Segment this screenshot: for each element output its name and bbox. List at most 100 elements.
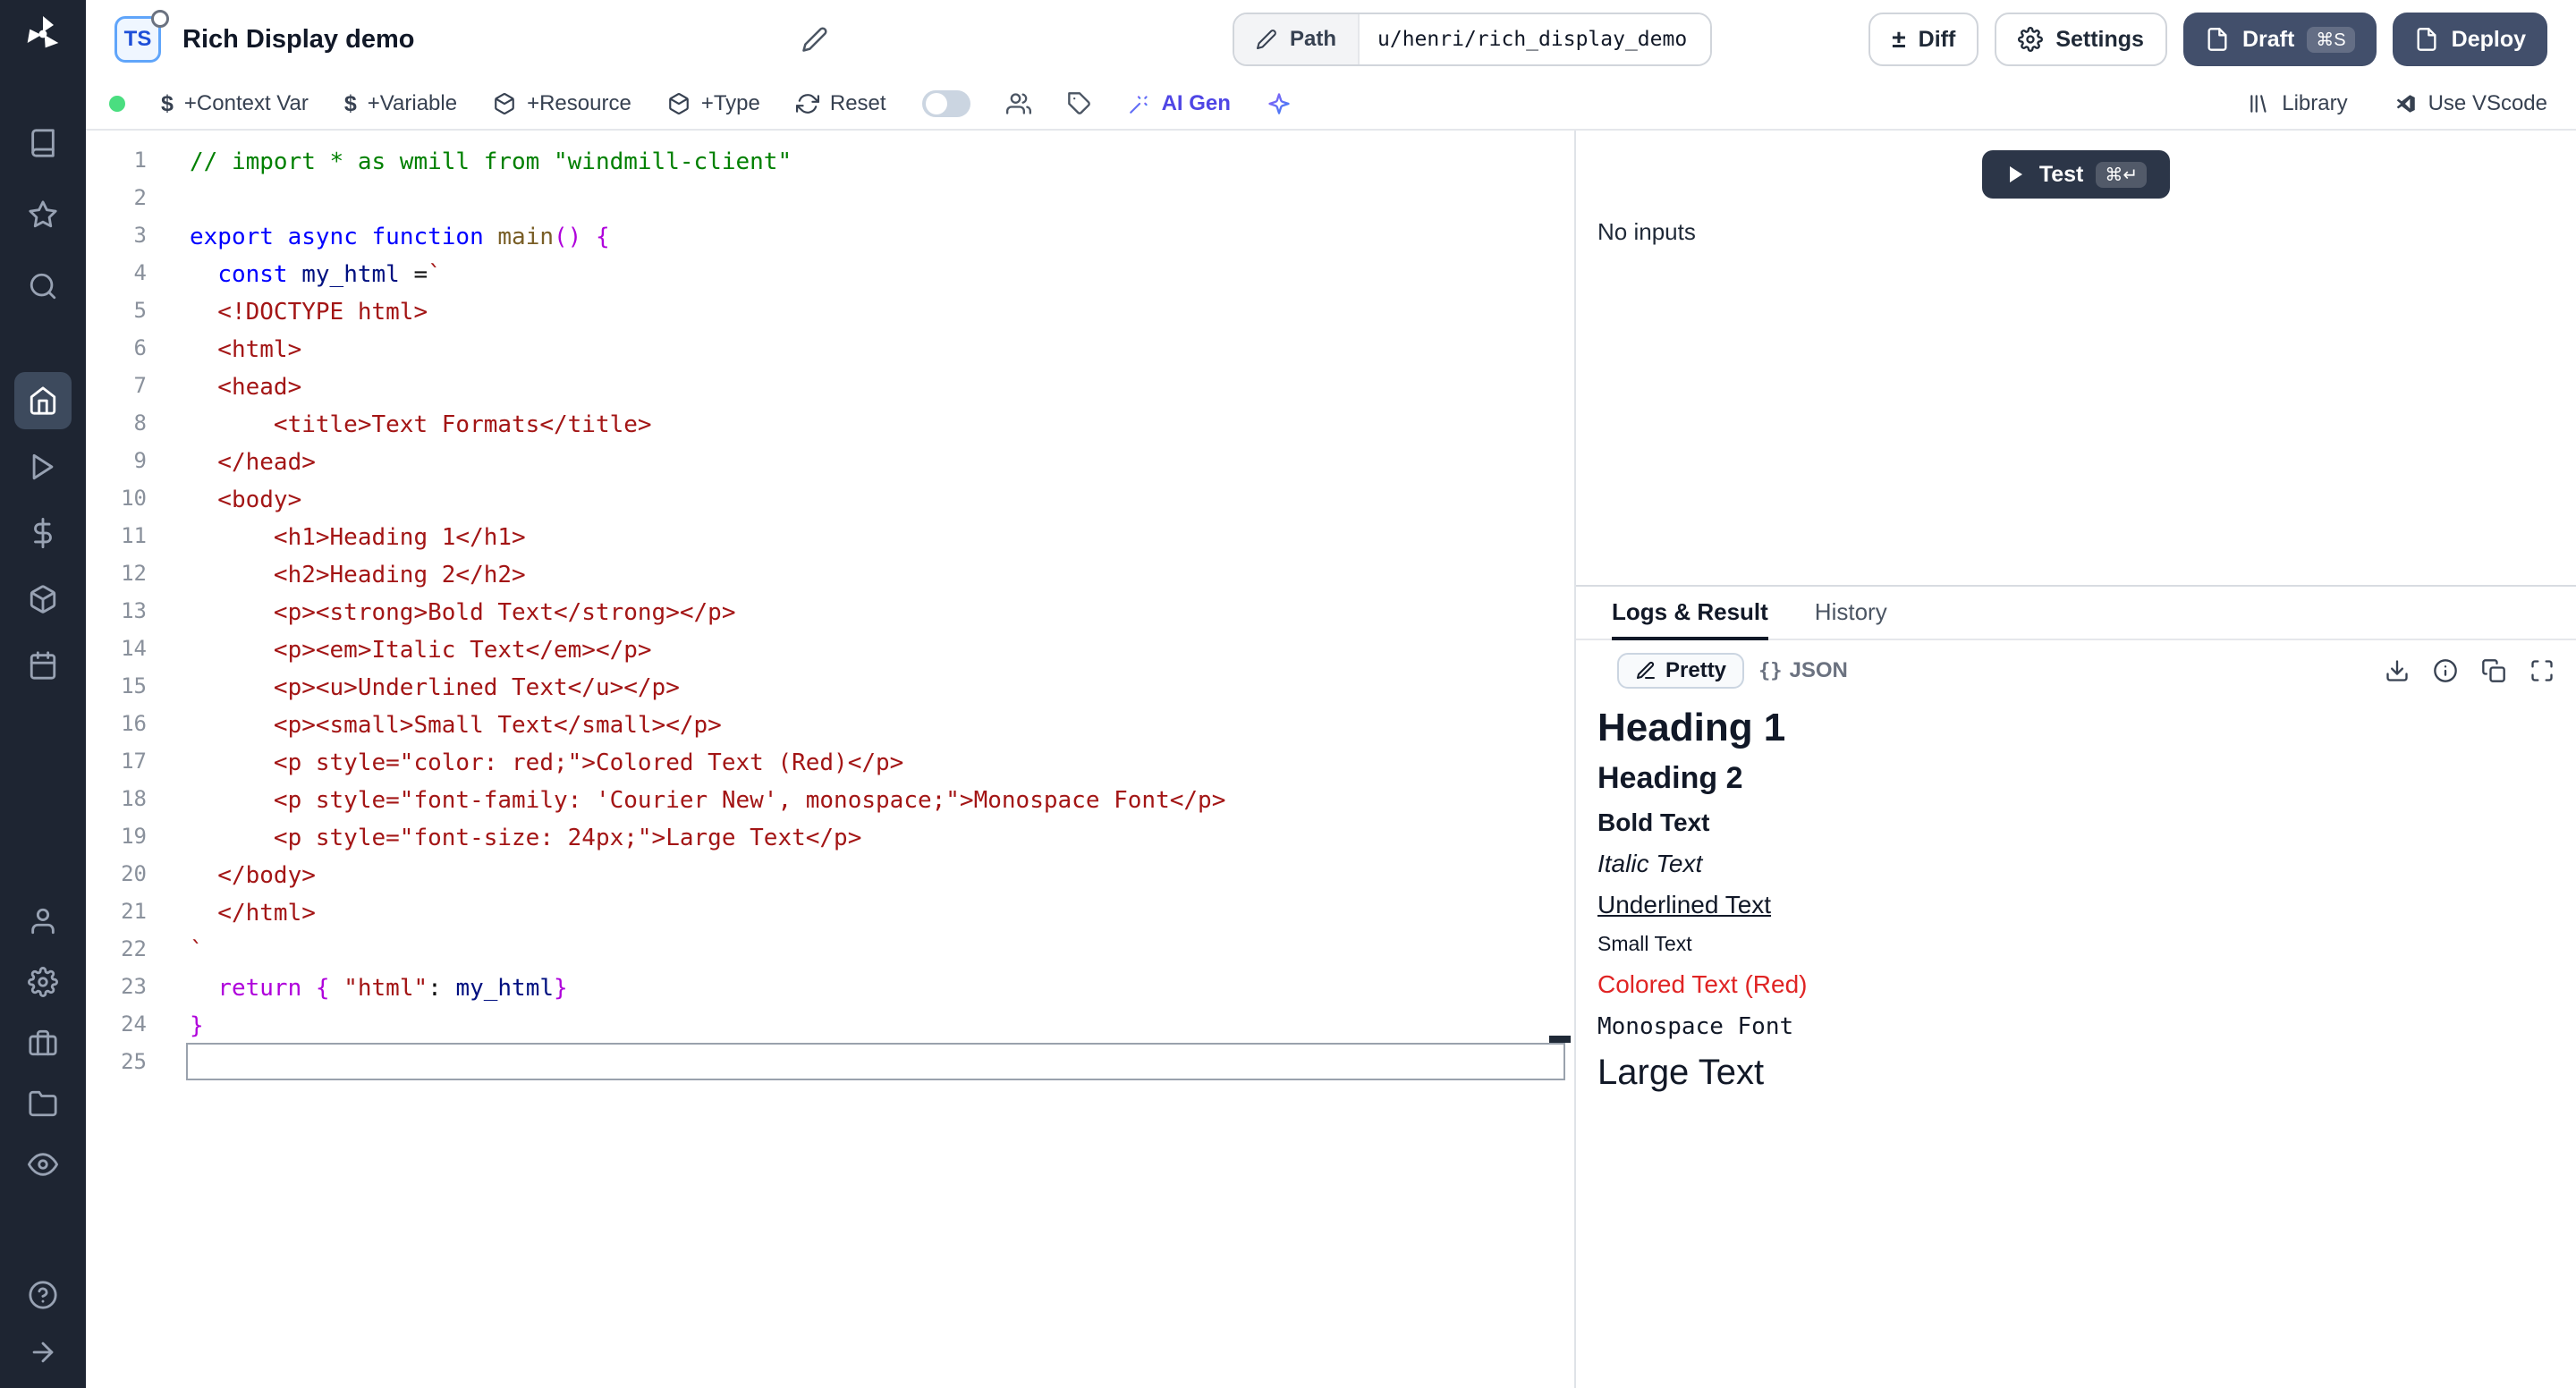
test-label: Test bbox=[2039, 162, 2084, 188]
code-line[interactable]: 21 </html> bbox=[86, 893, 1574, 930]
code-line[interactable]: 2 bbox=[86, 179, 1574, 216]
code-line[interactable]: 20 </body> bbox=[86, 855, 1574, 893]
edit-summary-button[interactable] bbox=[801, 26, 828, 53]
code-line[interactable]: 24} bbox=[86, 1005, 1574, 1043]
path-edit-button[interactable]: Path bbox=[1234, 14, 1358, 64]
path-input[interactable] bbox=[1358, 14, 1710, 64]
sidebar-item-resources[interactable] bbox=[14, 571, 72, 628]
expand-icon[interactable] bbox=[2529, 658, 2555, 683]
line-number: 23 bbox=[86, 968, 147, 1005]
code-editor[interactable]: 1// import * as wmill from "windmill-cli… bbox=[86, 131, 1576, 1388]
add-variable-button[interactable]: $ +Variable bbox=[344, 91, 457, 117]
code-lines: 1// import * as wmill from "windmill-cli… bbox=[86, 141, 1574, 1080]
calendar-icon bbox=[28, 650, 58, 681]
line-content: </body> bbox=[186, 855, 1565, 893]
sidebar-item-folders[interactable] bbox=[14, 1075, 72, 1132]
info-icon[interactable] bbox=[2433, 658, 2458, 683]
eye-icon bbox=[28, 1149, 58, 1180]
sidebar-item-help[interactable] bbox=[14, 1266, 72, 1324]
pencil-icon bbox=[1256, 29, 1277, 50]
use-vscode-button[interactable]: Use VScode bbox=[2394, 91, 2547, 116]
diff-mode-toggle[interactable] bbox=[922, 90, 970, 117]
test-button[interactable]: Test ⌘↵ bbox=[1982, 150, 2170, 199]
ai-gen-button[interactable]: AI Gen bbox=[1128, 91, 1231, 116]
draft-button[interactable]: Draft ⌘S bbox=[2183, 13, 2377, 66]
reset-button[interactable]: Reset bbox=[796, 91, 886, 116]
code-line[interactable]: 19 <p style="font-size: 24px;">Large Tex… bbox=[86, 817, 1574, 855]
add-resource-button[interactable]: +Resource bbox=[493, 91, 631, 116]
briefcase-icon bbox=[28, 1028, 58, 1058]
tag-icon bbox=[1067, 91, 1092, 116]
line-content: export async function main() { bbox=[186, 216, 1565, 254]
line-content: <p style="color: red;">Colored Text (Red… bbox=[186, 742, 1565, 780]
line-number: 4 bbox=[86, 254, 147, 292]
sidebar-item-workspace[interactable] bbox=[14, 1014, 72, 1071]
format-button[interactable] bbox=[1067, 91, 1092, 116]
collaborators-button[interactable] bbox=[1006, 91, 1031, 116]
users-icon bbox=[1006, 91, 1031, 116]
sidebar-item-runs[interactable] bbox=[14, 438, 72, 495]
windmill-logo[interactable] bbox=[20, 11, 66, 57]
line-content: </html> bbox=[186, 893, 1565, 930]
code-line[interactable]: 18 <p style="font-family: 'Courier New',… bbox=[86, 780, 1574, 817]
code-line[interactable]: 1// import * as wmill from "windmill-cli… bbox=[86, 141, 1574, 179]
folder-icon bbox=[28, 1088, 58, 1119]
result-line-red: Colored Text (Red) bbox=[1597, 970, 2555, 999]
result-line-bold: Bold Text bbox=[1597, 808, 2555, 837]
deploy-button[interactable]: Deploy bbox=[2393, 13, 2547, 66]
line-content: } bbox=[186, 1005, 1565, 1043]
sidebar-item-home[interactable] bbox=[14, 372, 72, 429]
code-line[interactable]: 13 <p><strong>Bold Text</strong></p> bbox=[86, 592, 1574, 630]
code-line[interactable]: 15 <p><u>Underlined Text</u></p> bbox=[86, 667, 1574, 705]
code-line[interactable]: 9 </head> bbox=[86, 442, 1574, 479]
sidebar-admin-group bbox=[14, 893, 72, 1193]
line-content: <p><u>Underlined Text</u></p> bbox=[186, 667, 1565, 705]
code-line[interactable]: 3export async function main() { bbox=[86, 216, 1574, 254]
library-button[interactable]: Library bbox=[2248, 91, 2347, 116]
line-number: 16 bbox=[86, 705, 147, 742]
sidebar-item-docs[interactable] bbox=[14, 114, 72, 172]
sidebar-item-settings[interactable] bbox=[14, 953, 72, 1011]
settings-label: Settings bbox=[2055, 27, 2144, 53]
sidebar-item-favorites[interactable] bbox=[14, 186, 72, 243]
code-line[interactable]: 4 const my_html =` bbox=[86, 254, 1574, 292]
tab-logs-result[interactable]: Logs & Result bbox=[1612, 587, 1768, 640]
result-line-h1: Heading 1 bbox=[1597, 705, 2555, 752]
copy-icon[interactable] bbox=[2481, 658, 2506, 683]
pretty-view-button[interactable]: Pretty bbox=[1617, 653, 1744, 689]
settings-button[interactable]: Settings bbox=[1995, 13, 2167, 66]
code-line[interactable]: 6 <html> bbox=[86, 329, 1574, 367]
code-line[interactable]: 7 <head> bbox=[86, 367, 1574, 404]
line-number: 19 bbox=[86, 817, 147, 855]
code-line[interactable]: 11 <h1>Heading 1</h1> bbox=[86, 517, 1574, 554]
code-line[interactable]: 23 return { "html": my_html} bbox=[86, 968, 1574, 1005]
code-line[interactable]: 5 <!DOCTYPE html> bbox=[86, 292, 1574, 329]
code-line[interactable]: 17 <p style="color: red;">Colored Text (… bbox=[86, 742, 1574, 780]
tab-history[interactable]: History bbox=[1815, 587, 1887, 640]
code-line[interactable]: 25 bbox=[86, 1043, 1574, 1080]
library-icon bbox=[2248, 92, 2271, 115]
sidebar-item-variables[interactable] bbox=[14, 504, 72, 562]
sidebar-item-search[interactable] bbox=[14, 258, 72, 315]
magic-assist-button[interactable] bbox=[1267, 91, 1292, 116]
sidebar-item-audit-logs[interactable] bbox=[14, 1136, 72, 1193]
code-line[interactable]: 22` bbox=[86, 930, 1574, 968]
code-line[interactable]: 8 <title>Text Formats</title> bbox=[86, 404, 1574, 442]
line-number: 17 bbox=[86, 742, 147, 780]
code-line[interactable]: 16 <p><small>Small Text</small></p> bbox=[86, 705, 1574, 742]
add-context-var-button[interactable]: $ +Context Var bbox=[161, 91, 309, 117]
no-inputs-text: No inputs bbox=[1597, 218, 1696, 246]
vscode-icon bbox=[2394, 92, 2418, 115]
braces-icon: {} bbox=[1758, 660, 1783, 682]
sidebar-item-schedules[interactable] bbox=[14, 637, 72, 694]
code-line[interactable]: 12 <h2>Heading 2</h2> bbox=[86, 554, 1574, 592]
add-type-button[interactable]: +Type bbox=[667, 91, 760, 116]
diff-button[interactable]: ± Diff bbox=[1868, 13, 1979, 66]
sidebar-collapse[interactable] bbox=[14, 1324, 72, 1381]
download-icon[interactable] bbox=[2385, 658, 2410, 683]
language-badge[interactable]: TS bbox=[114, 16, 161, 63]
sidebar-item-workers[interactable] bbox=[14, 893, 72, 950]
code-line[interactable]: 10 <body> bbox=[86, 479, 1574, 517]
code-line[interactable]: 14 <p><em>Italic Text</em></p> bbox=[86, 630, 1574, 667]
json-view-button[interactable]: {} JSON bbox=[1744, 655, 1862, 687]
